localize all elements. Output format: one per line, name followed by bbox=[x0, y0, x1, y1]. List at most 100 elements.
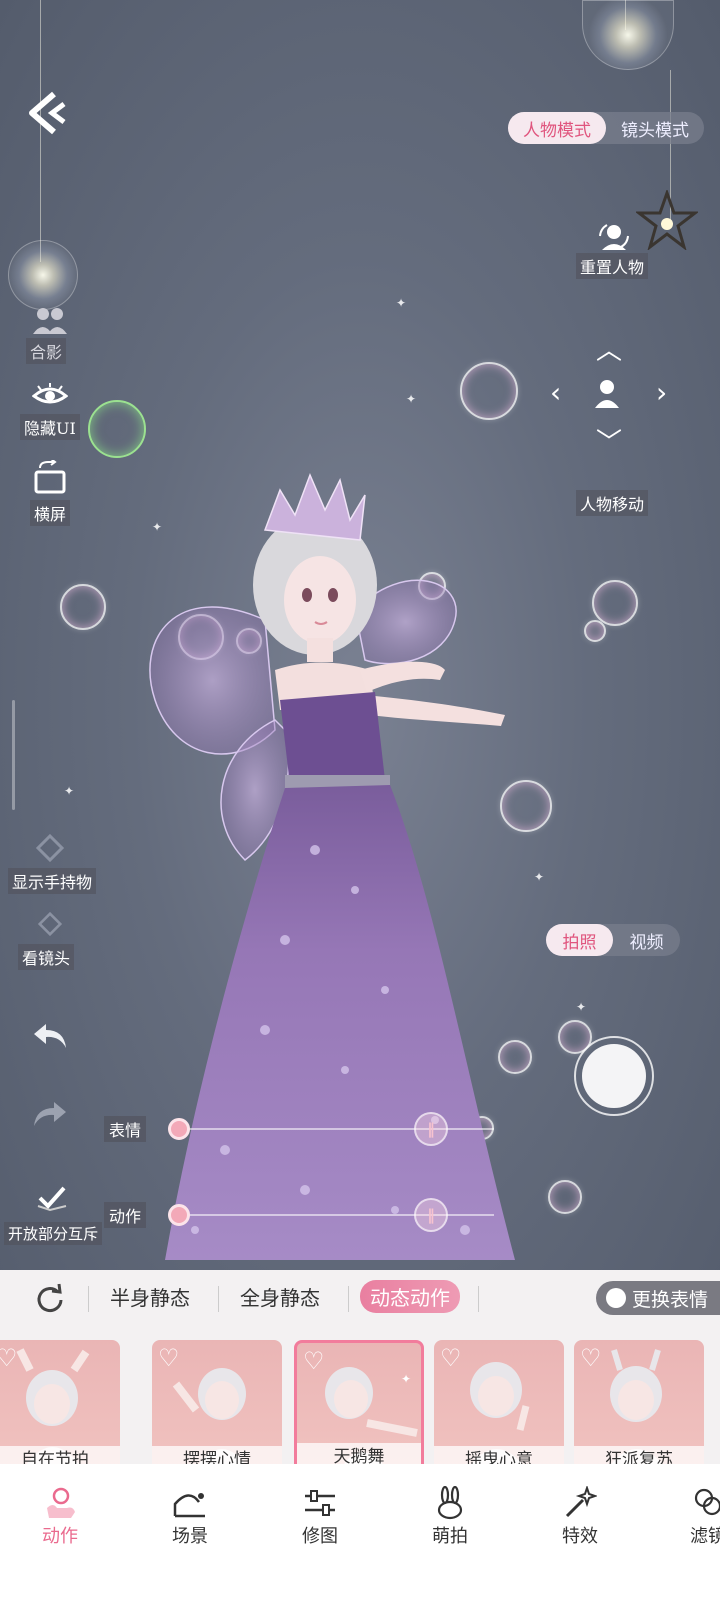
reset-character-label[interactable]: 重置人物 bbox=[576, 253, 649, 279]
character-mode-option[interactable]: 人物模式 bbox=[508, 112, 606, 144]
pose-card[interactable]: ♡ 摆摆心情 bbox=[152, 1340, 282, 1474]
tab-label: 修图 bbox=[302, 1526, 338, 1547]
reset-character-icon bbox=[599, 224, 629, 250]
pose-card[interactable]: ♡ 摇曳心意 bbox=[434, 1340, 564, 1474]
shutter-button[interactable] bbox=[574, 1036, 654, 1116]
mode-toggle[interactable]: 人物模式 镜头模式 bbox=[508, 112, 704, 144]
pose-icon bbox=[47, 1487, 75, 1518]
smile-icon bbox=[606, 1288, 626, 1308]
camera-mode-option[interactable]: 镜头模式 bbox=[606, 112, 704, 144]
heart-icon[interactable]: ♡ bbox=[158, 1344, 180, 1372]
adjust-icon bbox=[305, 1490, 335, 1516]
video-option[interactable]: 视频 bbox=[613, 924, 680, 956]
hanging-lamp bbox=[582, 0, 674, 70]
bubble bbox=[60, 584, 106, 630]
tab-scene[interactable]: 场景 bbox=[150, 1484, 230, 1548]
expression-label: 表情 bbox=[104, 1116, 147, 1142]
tab-adjust[interactable]: 修图 bbox=[280, 1484, 360, 1548]
divider bbox=[348, 1286, 349, 1312]
heart-icon[interactable]: ♡ bbox=[303, 1347, 325, 1375]
open-partial-label[interactable]: 开放部分互斥 bbox=[4, 1222, 103, 1245]
redo-icon[interactable] bbox=[32, 1100, 68, 1128]
tab-filter[interactable]: 滤镜 bbox=[668, 1484, 720, 1548]
filter-icon bbox=[694, 1488, 720, 1516]
change-expression-button[interactable]: 更换表情 bbox=[596, 1281, 720, 1315]
refresh-icon[interactable] bbox=[34, 1282, 66, 1314]
checkmark-icon[interactable] bbox=[36, 1184, 68, 1212]
category-half-static[interactable]: 半身静态 bbox=[110, 1282, 190, 1311]
bunny-icon bbox=[437, 1486, 463, 1520]
slider-knob[interactable] bbox=[168, 1118, 190, 1140]
landscape-icon[interactable] bbox=[32, 460, 68, 494]
sparkle: ✦ bbox=[64, 784, 75, 798]
change-expression-label: 更换表情 bbox=[632, 1288, 709, 1311]
tab-label: 动作 bbox=[42, 1526, 78, 1547]
sparkle: ✦ bbox=[396, 296, 407, 310]
hanging-lamp bbox=[8, 240, 78, 310]
divider bbox=[478, 1286, 479, 1312]
category-dynamic-action[interactable]: 动态动作 bbox=[360, 1280, 460, 1313]
capture-mode-toggle[interactable]: 拍照 视频 bbox=[546, 924, 680, 956]
look-camera-label[interactable]: 看镜头 bbox=[18, 944, 75, 970]
move-right-button[interactable]: › bbox=[656, 376, 667, 409]
hide-ui-label[interactable]: 隐藏UI bbox=[20, 414, 80, 440]
bubble bbox=[592, 580, 638, 626]
landscape-label[interactable]: 横屏 bbox=[30, 500, 71, 526]
pause-button[interactable]: ‖ bbox=[414, 1198, 448, 1232]
pause-button[interactable]: ‖ bbox=[414, 1112, 448, 1146]
shutter-inner bbox=[582, 1044, 646, 1108]
pose-card[interactable]: ♡ 狂派复苏 bbox=[574, 1340, 704, 1474]
pose-card[interactable]: ♡ 自在节拍 bbox=[0, 1340, 120, 1474]
move-up-button[interactable]: ︿ bbox=[596, 330, 622, 367]
diamond-icon[interactable] bbox=[38, 912, 62, 936]
eye-icon[interactable] bbox=[32, 382, 68, 408]
action-slider[interactable]: 动作 ‖ bbox=[104, 1198, 494, 1232]
photo-scene[interactable]: ✦ ✦ ✦ ✦ ✦ ✦ 人物模式 镜头模式 重置人物 ︿ ‹ › ﹀ 人物移动 … bbox=[0, 0, 720, 1270]
tab-pose[interactable]: 动作 bbox=[20, 1484, 100, 1548]
character-model[interactable] bbox=[135, 470, 535, 1270]
tab-label: 场景 bbox=[172, 1526, 208, 1547]
pose-card-list[interactable]: ♡ 自在节拍 ♡ 摆摆心情 ✦ ♡ 天鹅舞 ♡ 摇曳心意 ♡ 狂派复苏 bbox=[0, 1326, 720, 1474]
category-full-static[interactable]: 全身静态 bbox=[240, 1282, 320, 1311]
scene-icon bbox=[173, 1493, 205, 1518]
bubble bbox=[548, 1180, 582, 1214]
bubble bbox=[460, 362, 518, 420]
bottom-panel: 半身静态 全身静态 动态动作 更换表情 ♡ 自在节拍 ♡ 摆摆心情 ✦ ♡ 天鹅… bbox=[0, 1270, 720, 1600]
move-left-button[interactable]: ‹ bbox=[550, 376, 561, 409]
svg-text:✦: ✦ bbox=[401, 1372, 411, 1386]
move-character-label: 人物移动 bbox=[576, 490, 649, 516]
sparkle: ✦ bbox=[534, 870, 545, 884]
bottom-tab-bar: 动作 场景 修图 萌拍 特效 滤镜 bbox=[0, 1464, 720, 1600]
pose-card-selected[interactable]: ✦ ♡ 天鹅舞 bbox=[294, 1340, 424, 1474]
move-character-pad[interactable]: ︿ ‹ › ﹀ bbox=[546, 334, 676, 464]
undo-icon[interactable] bbox=[32, 1022, 68, 1050]
tab-label: 萌拍 bbox=[432, 1526, 468, 1547]
tab-label: 滤镜 bbox=[690, 1526, 720, 1547]
group-photo-icon[interactable] bbox=[32, 306, 68, 336]
show-held-item-label[interactable]: 显示手持物 bbox=[8, 868, 97, 894]
bubble bbox=[88, 400, 146, 458]
side-scroll-indicator bbox=[12, 700, 15, 810]
magic-wand-icon bbox=[565, 1486, 597, 1518]
tab-effects[interactable]: 特效 bbox=[540, 1484, 620, 1548]
character-icon bbox=[595, 380, 619, 408]
heart-icon[interactable]: ♡ bbox=[440, 1344, 462, 1372]
photo-option[interactable]: 拍照 bbox=[546, 924, 613, 956]
divider bbox=[218, 1286, 219, 1312]
divider bbox=[88, 1286, 89, 1312]
slider-knob[interactable] bbox=[168, 1204, 190, 1226]
group-photo-label[interactable]: 合影 bbox=[26, 338, 67, 364]
bubble bbox=[584, 620, 606, 642]
action-label: 动作 bbox=[104, 1202, 147, 1228]
back-arrow-icon[interactable] bbox=[24, 88, 74, 138]
tab-cute[interactable]: 萌拍 bbox=[410, 1484, 490, 1548]
diamond-icon[interactable] bbox=[36, 834, 64, 862]
reset-character-button[interactable] bbox=[576, 222, 652, 256]
tab-label: 特效 bbox=[562, 1526, 598, 1547]
expression-slider[interactable]: 表情 ‖ bbox=[104, 1112, 494, 1146]
heart-icon[interactable]: ♡ bbox=[580, 1344, 602, 1372]
category-bar: 半身静态 全身静态 动态动作 更换表情 bbox=[0, 1270, 720, 1326]
heart-icon[interactable]: ♡ bbox=[0, 1344, 18, 1372]
move-down-button[interactable]: ﹀ bbox=[596, 422, 622, 459]
sparkle: ✦ bbox=[576, 1000, 587, 1014]
